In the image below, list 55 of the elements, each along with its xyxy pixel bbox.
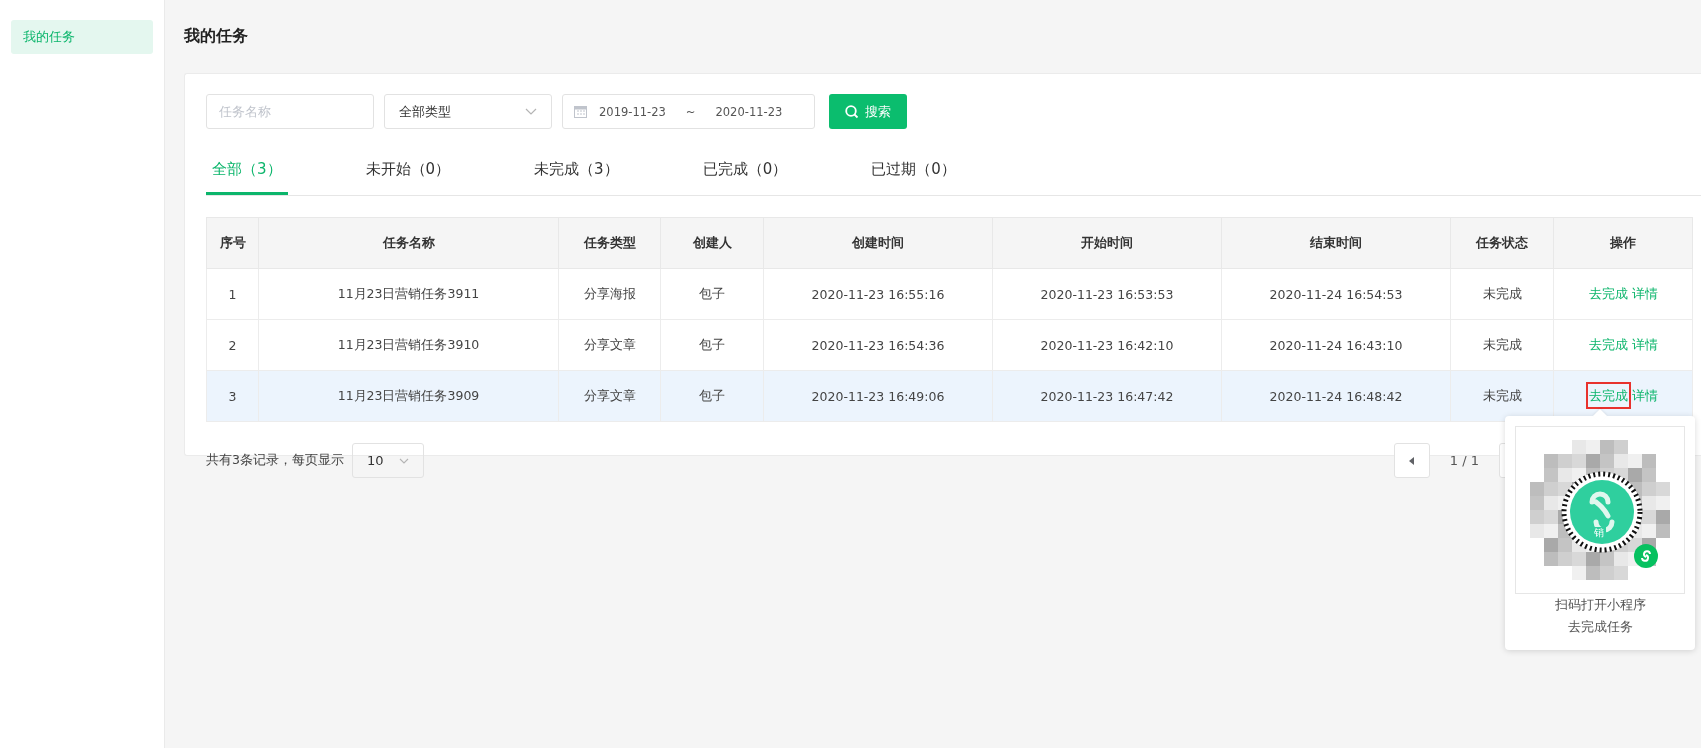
column-header: 任务状态 xyxy=(1450,217,1554,269)
type-dropdown[interactable]: 全部类型 xyxy=(384,94,552,129)
calendar-icon xyxy=(574,105,587,118)
column-header: 创建时间 xyxy=(763,217,993,269)
table-cell: 未完成 xyxy=(1450,319,1554,371)
table-cell: 2020-11-23 16:49:06 xyxy=(763,370,993,422)
column-header: 操作 xyxy=(1553,217,1693,269)
search-icon xyxy=(845,104,859,119)
column-header: 序号 xyxy=(206,217,259,269)
table-cell: 2020-11-23 16:42:10 xyxy=(992,319,1222,371)
end-date: 2020-11-23 xyxy=(715,104,783,119)
table-cell: 2020-11-23 16:53:53 xyxy=(992,268,1222,320)
column-header: 任务类型 xyxy=(558,217,661,269)
date-separator: ~ xyxy=(685,104,696,119)
previous-page-button[interactable] xyxy=(1393,443,1430,478)
table-cell: 包子 xyxy=(660,370,764,422)
column-header: 任务名称 xyxy=(258,217,559,269)
table-cell: 未完成 xyxy=(1450,268,1554,320)
page-indicator: 1 / 1 xyxy=(1449,453,1479,468)
table-cell: 11月23日营销任务3911 xyxy=(258,268,559,320)
table-cell: 包子 xyxy=(660,268,764,320)
chevron-down-icon xyxy=(398,457,409,464)
popup-caption: 去完成任务 xyxy=(1566,618,1634,636)
chevron-down-icon xyxy=(525,108,537,115)
column-header: 开始时间 xyxy=(992,217,1222,269)
tab[interactable]: 已过期（0） xyxy=(865,146,962,195)
pagination-summary: 共有3条记录，每页显示 xyxy=(206,452,344,469)
logo-text: 销 xyxy=(1592,527,1606,539)
popup-caption: 扫码打开小程序 xyxy=(1553,596,1647,614)
table-cell: 11月23日营销任务3910 xyxy=(258,319,559,371)
table-cell: 3 xyxy=(206,370,259,422)
task-name-field[interactable]: 任务名称 xyxy=(206,94,374,129)
table-cell: 2020-11-24 16:48:42 xyxy=(1221,370,1451,422)
tab[interactable]: 已完成（0） xyxy=(696,146,794,195)
tab[interactable]: 未完成（3） xyxy=(528,146,625,195)
table-cell: 2020-11-23 16:47:42 xyxy=(992,370,1222,422)
table-cell: 1 xyxy=(206,268,259,320)
table-cell: 2020-11-24 16:43:10 xyxy=(1221,319,1451,371)
date-range-field[interactable]: 2019-11-23 ~ 2020-11-23 xyxy=(562,94,815,129)
table-cell: 2020-11-23 16:55:16 xyxy=(763,268,993,320)
start-date: 2019-11-23 xyxy=(599,104,666,119)
table-cell: 2020-11-24 16:54:53 xyxy=(1221,268,1451,320)
caret-left-icon xyxy=(1409,456,1415,465)
table-cell: 分享文章 xyxy=(558,370,661,422)
table-cell: 包子 xyxy=(660,319,764,371)
table-cell: 分享海报 xyxy=(558,268,661,320)
table-cell: 分享文章 xyxy=(558,319,661,371)
table-cell: 11月23日营销任务3909 xyxy=(258,370,559,422)
page-title: 我的任务 xyxy=(184,25,249,47)
table-cell: 2 xyxy=(206,319,259,371)
column-header: 结束时间 xyxy=(1221,217,1451,269)
table-cell: 2020-11-23 16:54:36 xyxy=(763,319,993,371)
column-header: 创建人 xyxy=(660,217,764,269)
page-size-dropdown[interactable]: 10 xyxy=(351,443,424,478)
tab[interactable]: 未开始（0） xyxy=(359,146,457,195)
